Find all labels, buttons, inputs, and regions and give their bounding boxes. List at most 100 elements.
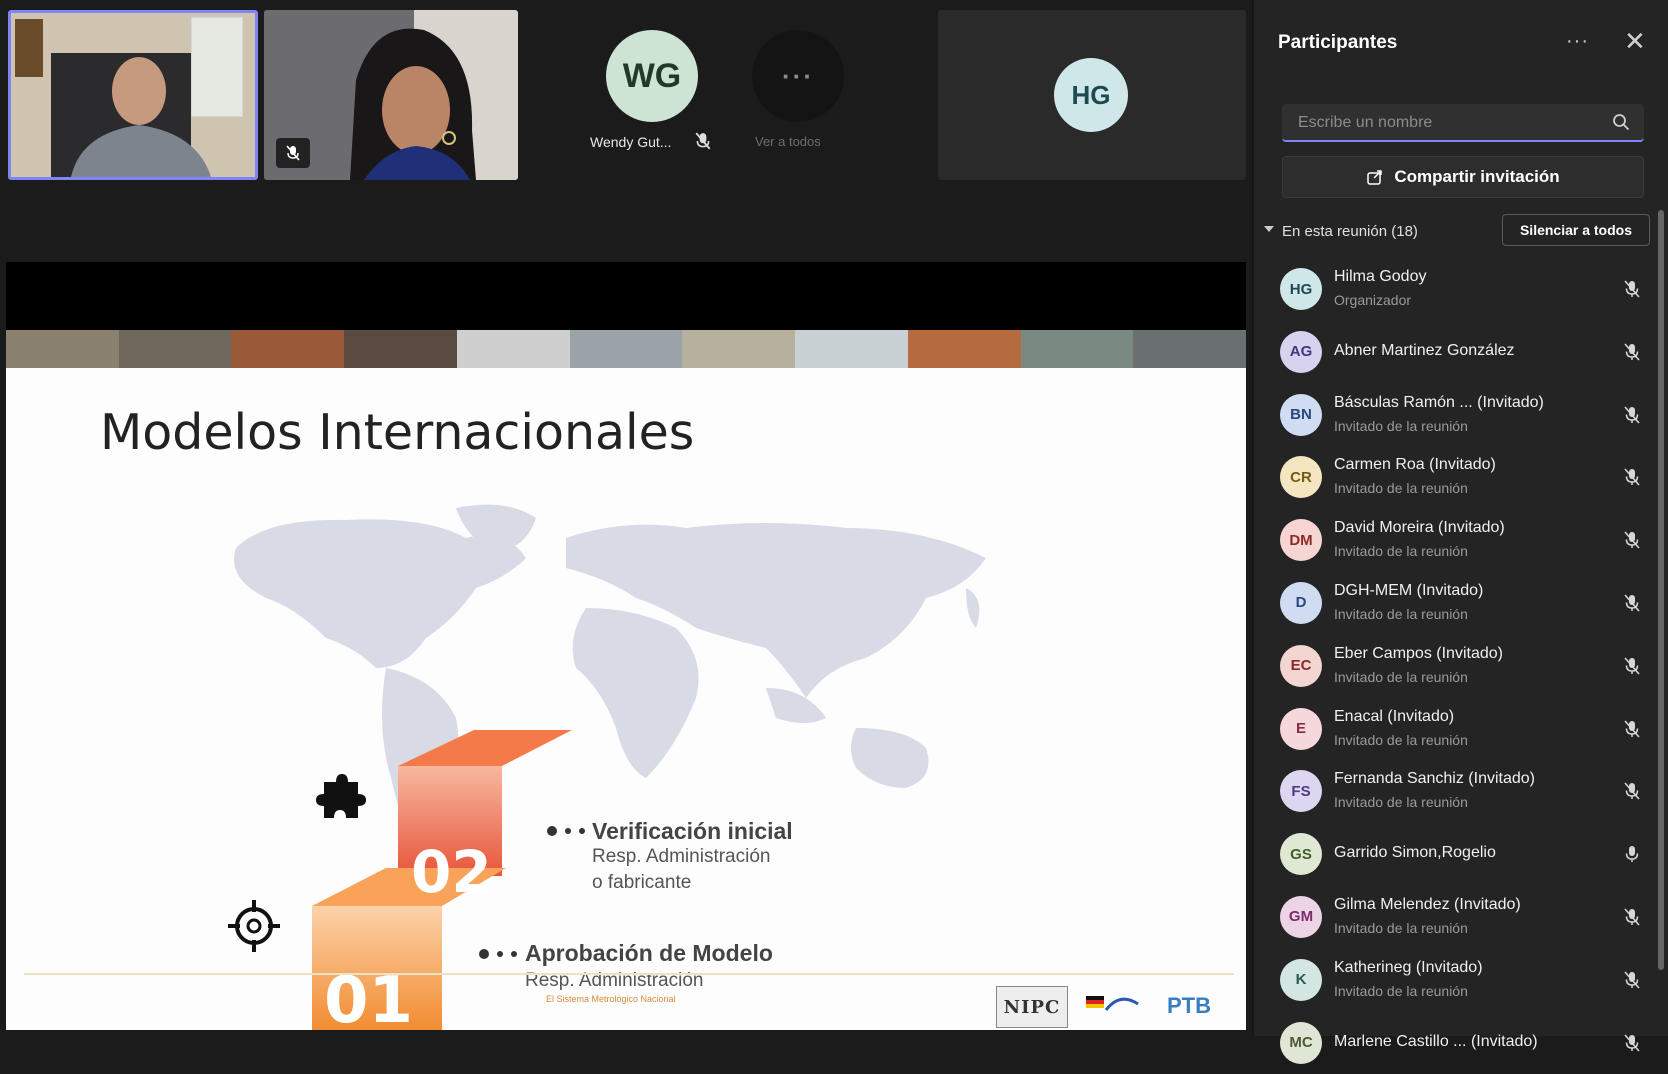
participant-name: Garrido Simon,Rogelio bbox=[1334, 844, 1496, 862]
step-01-caption: El Sistema Metrológico Nacional bbox=[546, 994, 676, 1004]
section-in-meeting[interactable]: En esta reunión (18) Silenciar a todos bbox=[1264, 214, 1654, 248]
slide-title: Modelos Internacionales bbox=[100, 404, 695, 461]
avatar: GS bbox=[1280, 833, 1322, 876]
avatar: BN bbox=[1280, 393, 1322, 436]
participant-row[interactable]: FS Fernanda Sanchiz (Invitado) Invitado de… bbox=[1254, 760, 1658, 823]
share-icon bbox=[1367, 170, 1383, 185]
participant-name: Carmen Roa (Invitado) bbox=[1334, 456, 1496, 474]
close-panel-button[interactable]: ✕ bbox=[1624, 28, 1646, 54]
mic-off-icon[interactable] bbox=[1622, 467, 1642, 487]
shared-screen-header bbox=[6, 262, 1246, 330]
avatar: AG bbox=[1280, 330, 1322, 373]
mic-icon[interactable] bbox=[1622, 844, 1642, 864]
shared-screen-banner bbox=[6, 330, 1247, 368]
participant-row[interactable]: CR Carmen Roa (Invitado) Invitado de la re… bbox=[1254, 446, 1658, 509]
video-tile-speaker[interactable] bbox=[8, 10, 258, 180]
presentation-slide: Modelos Internacionales 02 01 Verificaci… bbox=[6, 368, 1246, 1030]
target-icon bbox=[228, 900, 280, 952]
participant-row[interactable]: DM David Moreira (Invitado) Invitado de la… bbox=[1254, 509, 1658, 572]
participant-row[interactable]: AG Abner Martinez González bbox=[1254, 321, 1658, 384]
participant-row[interactable]: MC Marlene Castillo ... (Invitado) bbox=[1254, 1012, 1658, 1074]
more-options-button[interactable]: ··· bbox=[1566, 30, 1589, 53]
participant-name: Enacal (Invitado) bbox=[1334, 707, 1455, 725]
section-label[interactable]: En esta reunión (18) bbox=[1282, 223, 1418, 240]
participant-row[interactable]: K Katherineg (Invitado) Invitado de la reu… bbox=[1254, 949, 1658, 1012]
avatar: K bbox=[1280, 958, 1322, 1001]
step-01-title: Aprobación de Modelo bbox=[525, 940, 773, 966]
mic-off-icon[interactable] bbox=[1622, 907, 1642, 927]
participant-name: Hilma Godoy bbox=[1334, 268, 1427, 285]
participant-list: HG Hilma Godoy Organizador AG Abner Martinez… bbox=[1254, 258, 1658, 1074]
avatar: GM bbox=[1280, 895, 1322, 938]
participant-name: Fernanda Sanchiz (Invitado) bbox=[1334, 770, 1535, 788]
video-tile-woman[interactable] bbox=[264, 10, 518, 180]
avatar-wg[interactable]: WG bbox=[606, 30, 698, 122]
mic-off-icon[interactable] bbox=[1622, 405, 1642, 425]
step-02-number: 02 bbox=[411, 838, 492, 906]
participant-role: Invitado de la reunión bbox=[1334, 731, 1468, 748]
view-all-button[interactable]: ··· bbox=[752, 30, 844, 122]
mic-off-icon[interactable] bbox=[1622, 719, 1642, 739]
participant-role: Invitado de la reunión bbox=[1334, 543, 1468, 560]
mic-off-icon[interactable] bbox=[1622, 970, 1642, 990]
nipc-logo: NIPC bbox=[996, 986, 1068, 1028]
avatar: CR bbox=[1280, 456, 1322, 499]
slide-divider bbox=[24, 973, 1234, 975]
mic-off-icon[interactable] bbox=[1622, 593, 1642, 613]
search-icon[interactable] bbox=[1612, 113, 1630, 131]
ptb-logo: PTB bbox=[1167, 993, 1211, 1018]
participant-row[interactable]: GS Garrido Simon,Rogelio bbox=[1254, 823, 1658, 886]
participant-role: Invitado de la reunión bbox=[1334, 794, 1468, 811]
participant-name: Básculas Ramón ... (Invitado) bbox=[1334, 393, 1544, 411]
mic-off-icon[interactable] bbox=[1622, 279, 1642, 299]
participant-name: David Moreira (Invitado) bbox=[1334, 519, 1505, 537]
participant-role: Organizador bbox=[1334, 292, 1412, 308]
participant-name: Marlene Castillo ... (Invitado) bbox=[1334, 1032, 1538, 1050]
avatar: HG bbox=[1280, 268, 1322, 310]
dots-connector-icon bbox=[479, 949, 517, 959]
search-input[interactable] bbox=[1296, 104, 1600, 142]
mute-all-button[interactable]: Silenciar a todos bbox=[1502, 214, 1650, 246]
video-tile-hg[interactable]: HG bbox=[938, 10, 1246, 180]
participant-row[interactable]: D DGH-MEM (Invitado) Invitado de la reunió… bbox=[1254, 572, 1658, 635]
avatar: E bbox=[1280, 707, 1322, 750]
mic-off-icon[interactable] bbox=[1622, 656, 1642, 676]
mic-off-icon[interactable] bbox=[1622, 781, 1642, 801]
puzzle-icon bbox=[316, 774, 366, 818]
participant-role: Invitado de la reunión bbox=[1334, 417, 1468, 434]
participant-row[interactable]: E Enacal (Invitado) Invitado de la reunión bbox=[1254, 698, 1658, 761]
participant-name: Gilma Melendez (Invitado) bbox=[1334, 895, 1521, 913]
dots-connector-icon bbox=[547, 826, 585, 836]
share-invite-label: Compartir invitación bbox=[1394, 167, 1560, 186]
participant-row[interactable]: BN Básculas Ramón ... (Invitado) Invitado … bbox=[1254, 384, 1658, 447]
participant-name: Eber Campos (Invitado) bbox=[1334, 644, 1503, 662]
participant-name: DGH-MEM (Invitado) bbox=[1334, 581, 1484, 599]
participant-role: Invitado de la reunión bbox=[1334, 480, 1468, 497]
chevron-down-icon[interactable] bbox=[1264, 226, 1274, 232]
mic-off-icon[interactable] bbox=[1622, 530, 1642, 550]
avatar-hg: HG bbox=[1054, 58, 1128, 132]
tile-name-wendy: Wendy Gut... bbox=[590, 134, 672, 150]
view-all-label[interactable]: Ver a todos bbox=[755, 134, 821, 149]
participant-row[interactable]: HG Hilma Godoy Organizador bbox=[1254, 258, 1658, 321]
search-field[interactable] bbox=[1282, 104, 1644, 142]
participant-row[interactable]: GM Gilma Melendez (Invitado) Invitado de l… bbox=[1254, 886, 1658, 949]
step-02-line2: o fabricante bbox=[592, 872, 692, 893]
participant-name: Katherineg (Invitado) bbox=[1334, 958, 1483, 976]
participants-panel: Participantes ··· ✕ Compartir invitación… bbox=[1252, 0, 1668, 1064]
participant-name: Abner Martinez González bbox=[1334, 341, 1515, 359]
scrollbar[interactable] bbox=[1658, 210, 1664, 970]
mic-off-icon[interactable] bbox=[1622, 342, 1642, 362]
mic-off-icon bbox=[276, 138, 310, 168]
share-invite-button[interactable]: Compartir invitación bbox=[1282, 156, 1644, 198]
mic-off-icon bbox=[695, 132, 711, 150]
avatar: DM bbox=[1280, 519, 1322, 562]
participant-role: Invitado de la reunión bbox=[1334, 982, 1468, 999]
step-01-line1: Resp. Administración bbox=[525, 970, 704, 991]
avatar: EC bbox=[1280, 644, 1322, 687]
participant-row[interactable]: EC Eber Campos (Invitado) Invitado de la r… bbox=[1254, 635, 1658, 698]
step-02-line1: Resp. Administración bbox=[592, 846, 771, 867]
step-02-title: Verificación inicial bbox=[592, 818, 793, 844]
participant-role: Invitado de la reunión bbox=[1334, 668, 1468, 685]
avatar: FS bbox=[1280, 770, 1322, 813]
